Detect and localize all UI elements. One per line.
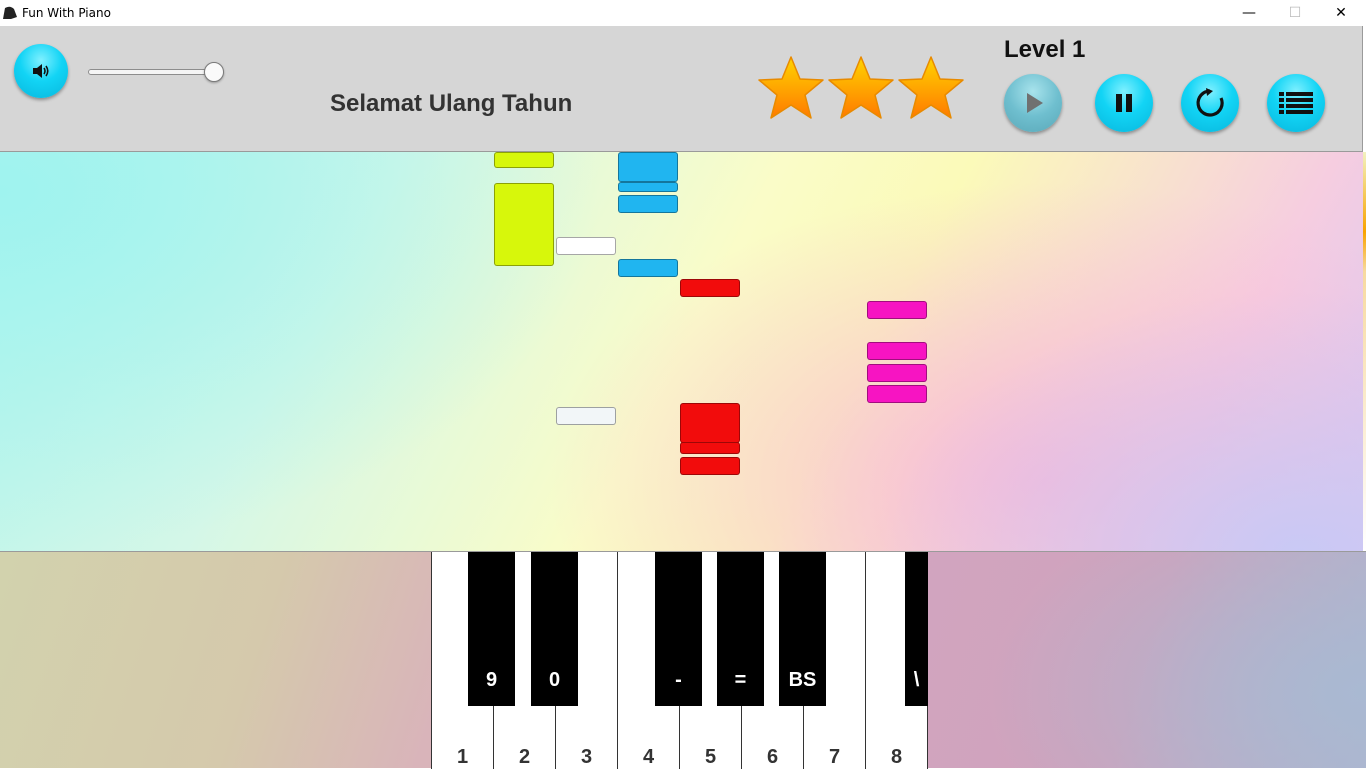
maximize-button[interactable]: ☐ xyxy=(1272,0,1318,26)
falling-note xyxy=(680,403,740,443)
key-label: - xyxy=(675,669,682,691)
falling-note xyxy=(618,259,678,277)
speaker-icon xyxy=(33,64,49,78)
key-label: 0 xyxy=(548,669,561,691)
falling-note xyxy=(618,152,678,182)
toolbar: Selamat Ulang Tahun Level 1 xyxy=(0,26,1363,152)
falling-note xyxy=(867,364,927,382)
piano-black-key[interactable]: = xyxy=(717,552,764,706)
piano-black-key[interactable]: 9 xyxy=(468,552,515,706)
volume-button[interactable] xyxy=(14,44,68,98)
play-icon xyxy=(1027,93,1043,113)
key-label: 1 xyxy=(456,746,469,768)
piano-black-key[interactable]: BS xyxy=(779,552,826,706)
pause-button[interactable] xyxy=(1095,74,1153,132)
piano-area: 1 2 3 4 5 6 7 8 9 0 - = BS \ xyxy=(0,551,1366,769)
falling-note xyxy=(556,407,616,425)
key-label: 5 xyxy=(704,746,717,768)
volume-slider-thumb[interactable] xyxy=(204,62,225,82)
falling-note xyxy=(494,183,554,266)
close-button[interactable]: ✕ xyxy=(1318,0,1364,26)
key-label: 6 xyxy=(766,746,779,768)
key-label: 3 xyxy=(580,746,593,768)
piano-app-icon xyxy=(3,6,17,19)
falling-note xyxy=(494,152,554,168)
volume-slider[interactable] xyxy=(88,62,225,82)
piano-black-key[interactable]: 0 xyxy=(531,552,578,706)
star-icon xyxy=(758,56,824,119)
falling-note xyxy=(867,385,927,403)
falling-note xyxy=(680,279,740,297)
title-bar: Fun With Piano — ☐ ✕ xyxy=(0,0,1366,26)
key-label: 9 xyxy=(485,669,498,691)
falling-note xyxy=(556,237,616,255)
key-label: = xyxy=(734,669,747,691)
restart-button[interactable] xyxy=(1181,74,1239,132)
menu-button[interactable] xyxy=(1267,74,1325,132)
piano-black-key[interactable]: - xyxy=(655,552,702,706)
falling-note xyxy=(680,442,740,454)
key-label: 8 xyxy=(890,746,903,768)
star-icon xyxy=(898,56,964,119)
play-button[interactable] xyxy=(1004,74,1062,132)
falling-note xyxy=(680,457,740,475)
key-label: BS xyxy=(788,669,817,691)
list-menu-icon xyxy=(1279,92,1313,114)
star-icon xyxy=(828,56,894,119)
window-title: Fun With Piano xyxy=(22,6,111,20)
minimize-button[interactable]: — xyxy=(1226,0,1272,26)
falling-note xyxy=(867,301,927,319)
falling-note xyxy=(618,195,678,213)
restart-icon xyxy=(1196,88,1224,117)
piano-black-key[interactable]: \ xyxy=(905,552,928,706)
key-label: \ xyxy=(913,669,920,691)
falling-note xyxy=(618,182,678,192)
key-label: 4 xyxy=(642,746,655,768)
key-label: 2 xyxy=(518,746,531,768)
falling-note xyxy=(867,342,927,360)
note-lane-area xyxy=(0,152,1363,551)
song-title: Selamat Ulang Tahun xyxy=(330,90,573,117)
pause-icon xyxy=(1116,94,1132,112)
key-label: 7 xyxy=(828,746,841,768)
level-label: Level 1 xyxy=(1004,36,1086,63)
